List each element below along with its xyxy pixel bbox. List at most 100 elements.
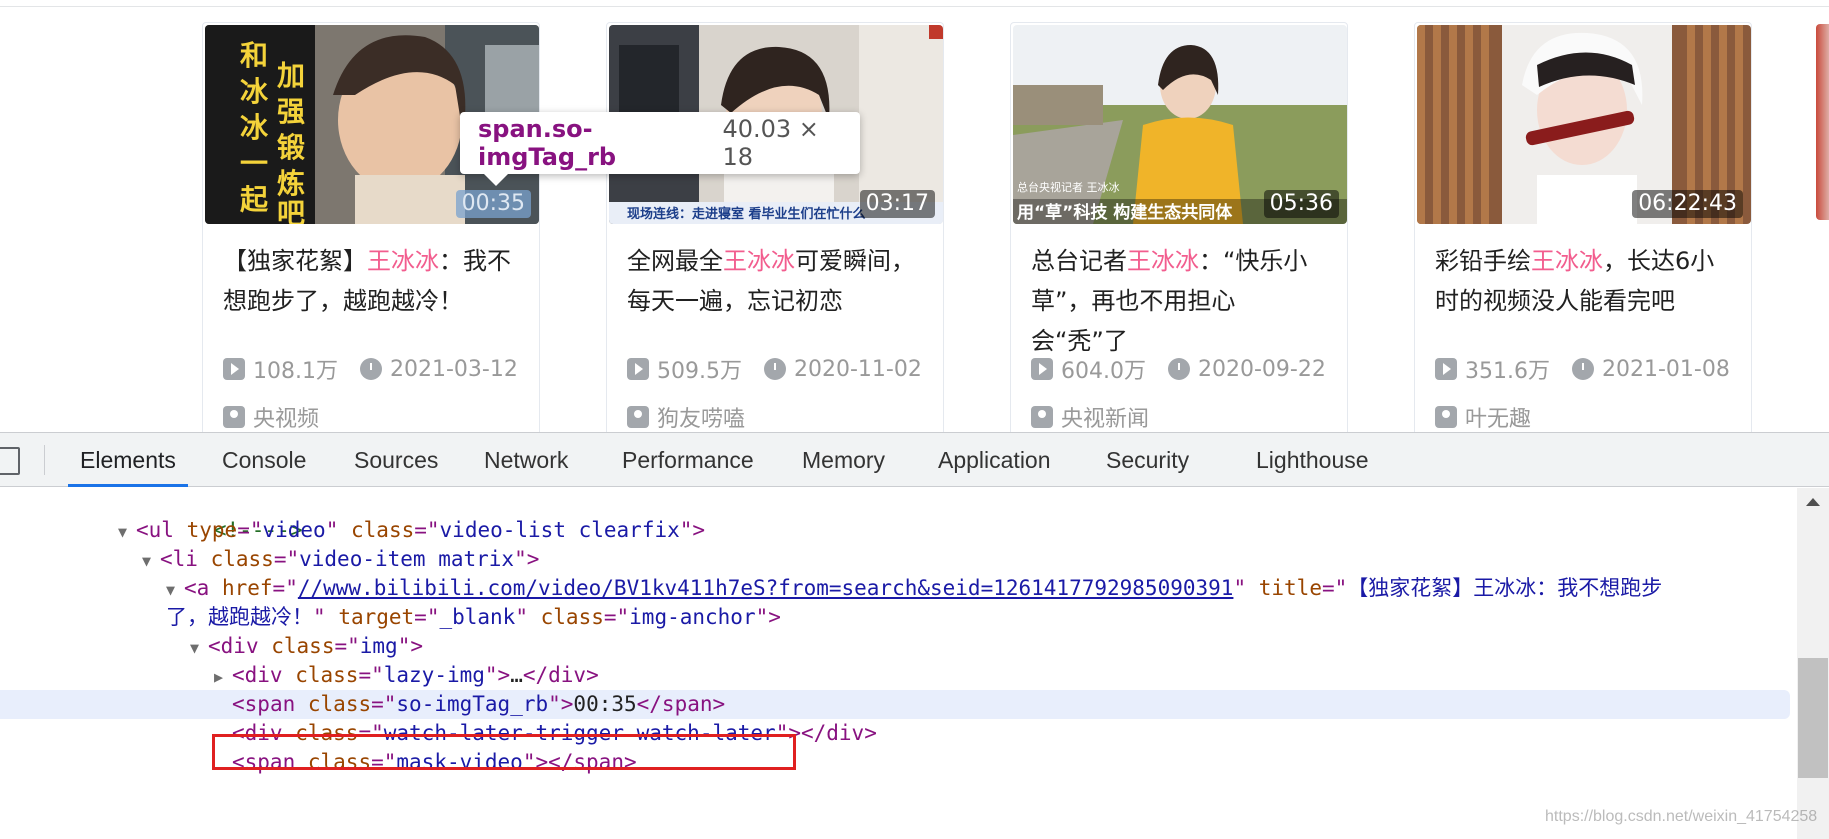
svg-text:冰: 冰 xyxy=(240,75,269,108)
expand-triangle-icon[interactable]: ▼ xyxy=(190,634,208,663)
uploader-link[interactable]: 叶无趣 xyxy=(1435,401,1531,432)
video-thumbnail[interactable]: 总台央视记者 王冰冰 用“草”科技 构建生态共同体 05:36 xyxy=(1013,25,1347,224)
thumb-caption: 现场连线：走进寝室 看毕业生们在忙什么 xyxy=(627,206,866,222)
uploader-name: 叶无趣 xyxy=(1465,407,1532,432)
video-title[interactable]: 总台记者王冰冰：“快乐小草”，再也不用担心会“秃”了 xyxy=(1031,241,1331,361)
view-count: 351.6万 xyxy=(1465,359,1550,384)
uploader-link[interactable]: 狗友唠嗑 xyxy=(627,401,745,432)
tab-network[interactable]: Network xyxy=(484,433,568,487)
uploader-icon xyxy=(223,406,245,428)
view-count: 509.5万 xyxy=(657,359,742,384)
svg-text:和: 和 xyxy=(240,39,268,72)
video-meta: 351.6万 2021-01-08 xyxy=(1435,353,1730,385)
href-link[interactable]: //www.bilibili.com/video/BV1kv411h7eS?fr… xyxy=(298,576,1234,600)
title-prefix: 总台记者 xyxy=(1031,247,1127,275)
devtools-tabbar: Elements Console Sources Network Perform… xyxy=(0,433,1829,487)
elements-dom-tree: <!----> ▼ <ul type="video" class="video-l… xyxy=(0,487,1790,839)
dom-node-div-lazy-img[interactable]: ▶ <div class="lazy-img">…</div> xyxy=(214,661,599,690)
tab-performance[interactable]: Performance xyxy=(622,433,754,487)
dom-node-span-selected[interactable]: <span class="so-imgTag_rb">00:35</span> xyxy=(0,690,1790,719)
watermark: https://blog.csdn.net/weixin_41754258 xyxy=(1545,808,1818,825)
dom-node-ul[interactable]: ▼ <ul type="video" class="video-list clea… xyxy=(118,516,705,545)
title-prefix: 【独家花絮】 xyxy=(223,247,367,275)
video-meta: 108.1万 2021-03-12 xyxy=(223,353,518,385)
divider xyxy=(0,6,1829,7)
video-title[interactable]: 彩铅手绘王冰冰，长达6小时的视频没人能看完吧 xyxy=(1435,241,1735,321)
tab-lighthouse[interactable]: Lighthouse xyxy=(1256,433,1369,487)
thumb-caption-small: 总台央视记者 王冰冰 xyxy=(1017,180,1120,194)
inspector-tooltip: span.so-imgTag_rb 40.03 × 18 xyxy=(460,112,860,174)
upload-date: 2021-01-08 xyxy=(1601,356,1730,382)
video-title[interactable]: 【独家花絮】王冰冰：我不想跑步了，越跑越冷！ xyxy=(223,241,523,321)
video-card[interactable]: 现场连线：走进寝室 看毕业生们在忙什么 03:17 全网最全王冰冰可爱瞬间，每天… xyxy=(606,22,944,432)
upload-date: 2020-09-22 xyxy=(1197,356,1326,382)
svg-text:一: 一 xyxy=(240,147,268,180)
svg-text:强: 强 xyxy=(277,95,305,128)
view-count: 604.0万 xyxy=(1061,359,1146,384)
uploader-icon xyxy=(1435,406,1457,428)
play-count-icon xyxy=(1435,358,1457,380)
scroll-up-arrow-icon[interactable] xyxy=(1806,498,1820,506)
thumb-caption: 用“草”科技 构建生态共同体 xyxy=(1017,202,1233,223)
expand-triangle-icon[interactable]: ▼ xyxy=(142,547,160,576)
expand-triangle-icon[interactable]: ▼ xyxy=(118,518,136,547)
clock-icon xyxy=(763,358,786,380)
tab-memory[interactable]: Memory xyxy=(802,433,885,487)
devtools-panel: Elements Console Sources Network Perform… xyxy=(0,432,1829,839)
video-card[interactable]: 总台央视记者 王冰冰 用“草”科技 构建生态共同体 05:36 总台记者王冰冰：… xyxy=(1010,22,1348,432)
video-thumbnail[interactable]: 06:22:43 xyxy=(1417,25,1751,224)
upload-date: 2021-03-12 xyxy=(389,356,518,382)
video-meta: 604.0万 2020-09-22 xyxy=(1031,353,1326,385)
dom-node-div-img[interactable]: ▼ <div class="img"> xyxy=(190,632,423,661)
uploader-link[interactable]: 央视新闻 xyxy=(1031,401,1149,432)
video-duration-tag: 06:22:43 xyxy=(1632,190,1743,218)
svg-text:起: 起 xyxy=(240,183,269,216)
upload-date: 2020-11-02 xyxy=(793,356,922,382)
uploader-name: 央视新闻 xyxy=(1061,407,1150,432)
svg-text:锻: 锻 xyxy=(277,131,305,164)
title-prefix: 全网最全 xyxy=(627,247,723,275)
title-keyword: 王冰冰 xyxy=(367,247,439,275)
dom-node-a-continued: 了，越跑越冷！" target="_blank" class="img-anch… xyxy=(166,605,781,629)
title-keyword: 王冰冰 xyxy=(1127,247,1199,275)
uploader-icon xyxy=(627,406,649,428)
play-count-icon xyxy=(223,358,245,380)
clock-icon xyxy=(1571,358,1594,380)
play-count-icon xyxy=(1031,358,1053,380)
next-card-edge[interactable] xyxy=(1816,24,1829,220)
highlight-annotation-box xyxy=(212,734,796,770)
dom-node-li[interactable]: ▼ <li class="video-item matrix"> xyxy=(142,545,539,574)
uploader-link[interactable]: 央视频 xyxy=(223,401,319,432)
video-title[interactable]: 全网最全王冰冰可爱瞬间，每天一遍，忘记初恋 xyxy=(627,241,927,321)
expand-triangle-icon[interactable]: ▶ xyxy=(214,663,232,692)
uploader-name: 央视频 xyxy=(253,407,320,432)
tooltip-arrow xyxy=(484,174,508,186)
search-results-page: 和 冰 冰 一 起 加 强 锻 炼 吧 00:35 【独家花絮】王冰冰：我不想跑… xyxy=(0,0,1829,432)
tab-separator xyxy=(44,445,45,475)
clock-icon xyxy=(1167,358,1190,380)
video-meta: 509.5万 2020-11-02 xyxy=(627,353,922,385)
title-keyword: 王冰冰 xyxy=(723,247,795,275)
tooltip-dimensions: 40.03 × 18 xyxy=(722,115,819,171)
title-keyword: 王冰冰 xyxy=(1531,247,1603,275)
video-duration-tag: 03:17 xyxy=(859,190,935,218)
scrollbar-thumb[interactable] xyxy=(1798,658,1828,778)
expand-triangle-icon[interactable]: ▼ xyxy=(166,576,184,605)
svg-text:吧: 吧 xyxy=(277,197,305,224)
svg-text:炼: 炼 xyxy=(277,167,305,200)
video-duration-tag: 05:36 xyxy=(1263,190,1339,218)
tab-security[interactable]: Security xyxy=(1106,433,1189,487)
clock-icon xyxy=(359,358,382,380)
tab-elements[interactable]: Elements xyxy=(68,433,188,487)
dom-node-comment[interactable]: <!----> xyxy=(138,487,303,542)
tab-sources[interactable]: Sources xyxy=(354,433,438,487)
tab-console[interactable]: Console xyxy=(222,433,306,487)
tab-application[interactable]: Application xyxy=(938,433,1051,487)
dom-node-a[interactable]: ▼ <a href="//www.bilibili.com/video/BV1kv… xyxy=(166,574,1662,603)
view-count: 108.1万 xyxy=(253,359,338,384)
device-toolbar-icon[interactable] xyxy=(0,447,20,475)
video-card[interactable]: 06:22:43 彩铅手绘王冰冰，长达6小时的视频没人能看完吧 351.6万 2… xyxy=(1414,22,1752,432)
video-card[interactable]: 和 冰 冰 一 起 加 强 锻 炼 吧 00:35 【独家花絮】王冰冰：我不想跑… xyxy=(202,22,540,432)
play-count-icon xyxy=(627,358,649,380)
title-prefix: 彩铅手绘 xyxy=(1435,247,1531,275)
